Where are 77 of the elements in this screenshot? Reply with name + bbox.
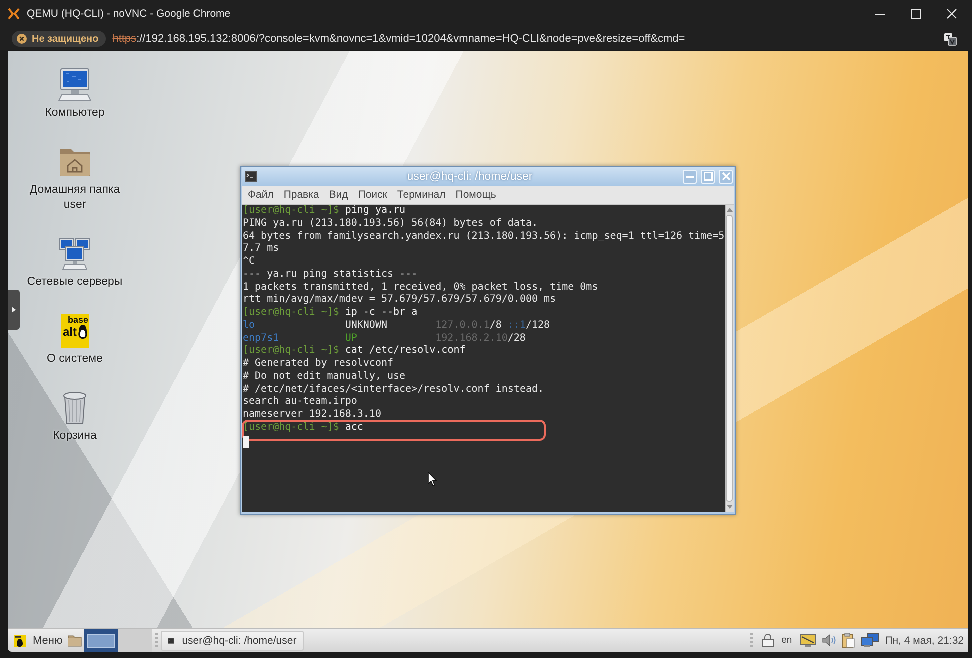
command-text: ping ya.ru [345, 205, 406, 216]
interface-name: lo [243, 320, 256, 332]
minimize-icon [686, 176, 694, 178]
workspace-button[interactable] [84, 629, 118, 652]
scroll-down-icon[interactable] [726, 505, 733, 509]
menu-item[interactable]: Терминал [397, 189, 446, 201]
address-field[interactable]: https://192.168.195.132:8006/?console=kvm&novnc=1&vmid=10204&vmname=HQ-CLI&node=pve&resize=off&cmd= [112, 33, 686, 45]
window-title: user@hq-cli: /home/user [407, 170, 533, 182]
menu-item[interactable]: Помощь [456, 189, 496, 201]
computer-icon [58, 68, 92, 102]
ip-address: ::1/128 [508, 320, 550, 332]
text-cursor [243, 436, 249, 448]
logo-text: alt [63, 326, 78, 339]
output-line: # Generated by resolvconf [243, 358, 394, 369]
display-icon[interactable] [800, 634, 816, 648]
mouse-pointer-icon [428, 472, 437, 487]
task-button[interactable]: user@hq-cli: /home/user [160, 630, 304, 650]
maximize-icon [704, 172, 712, 181]
translate-icon[interactable] [944, 32, 957, 46]
shell-prompt: [user@hq-cli ~]$ [243, 205, 340, 216]
scrollbar-thumb[interactable] [726, 215, 734, 502]
desktop-shortcut[interactable]: Корзина [53, 391, 97, 444]
shell-prompt: [user@hq-cli ~]$ [243, 307, 340, 318]
output-line: PING ya.ru (213.180.193.56) 56(84) bytes of data. [243, 218, 538, 229]
menu-button[interactable]: Меню [11, 630, 66, 650]
clock[interactable]: Пн, 4 мая, 21:32 [885, 634, 964, 646]
network-computers-icon [58, 237, 92, 271]
logo-text: base [68, 315, 89, 325]
output-line: rtt min/avg/max/mdev = 57.679/57.679/57.679/0.000 ms [243, 294, 556, 306]
command-text: acc [345, 422, 364, 433]
menu-item[interactable]: Вид [329, 189, 348, 201]
clipboard-icon[interactable] [842, 633, 856, 648]
output-line: # /etc/net/ifaces/<interface>/resolv.conf instead. [243, 384, 544, 394]
close-icon [722, 172, 730, 181]
security-chip[interactable]: Не защищено [12, 31, 106, 47]
output-line: # Do not edit manually, use [243, 370, 406, 382]
desktop-shortcut[interactable]: base alt О системе [47, 314, 103, 367]
shell-prompt: [user@hq-cli ~]$ [243, 422, 340, 433]
close-icon [947, 9, 957, 19]
output-line: 64 bytes from familysearch.yandex.ru (213.180.193.56): icmp_seq=1 ttl=126 time=5 [243, 230, 725, 242]
output-line: 1 packets transmitted, 1 received, 0% packet loss, time 0ms [243, 282, 598, 292]
desktop-shortcut[interactable]: Домашняя папка user [23, 145, 127, 213]
app-logo-icon [8, 8, 20, 20]
ip-address: 127.0.0.1/8 [436, 320, 502, 332]
warning-icon [17, 34, 27, 44]
penguin-icon [78, 325, 88, 339]
folder-icon[interactable] [68, 634, 82, 646]
command-text: ip -c --br a [345, 307, 418, 318]
logo-icon [14, 634, 26, 646]
command-text: cat /etc/resolv.conf [345, 345, 466, 356]
maximize-icon [911, 9, 921, 19]
menu-item[interactable]: Правка [284, 189, 320, 201]
interface-state: UNKNOWN [345, 320, 388, 332]
menu-item[interactable]: Поиск [358, 189, 388, 201]
desktop-shortcut[interactable]: Сетевые серверы [27, 237, 123, 290]
keyboard-layout-indicator[interactable]: en [780, 635, 794, 646]
scroll-up-icon[interactable] [726, 208, 733, 212]
caret-right-icon [12, 307, 16, 313]
shell-prompt: [user@hq-cli ~]$ [243, 345, 340, 356]
output-line: nameserver 192.168.3.10 [243, 409, 382, 420]
output-line: search au-team.irpo [243, 396, 358, 408]
network-icon[interactable] [861, 633, 880, 648]
scrollbar-track[interactable] [724, 205, 734, 512]
window-title: QEMU (HQ-CLI) - noVNC - Google Chrome [27, 8, 231, 20]
output-line: ^C [243, 256, 256, 267]
menu-item[interactable]: Файл [248, 189, 274, 201]
output-line: 7.7 ms [243, 243, 280, 254]
padlock-icon[interactable] [762, 634, 774, 647]
interface-state: UP [345, 332, 358, 346]
interface-name: enp7s1 [243, 332, 280, 345]
sidebar-handle[interactable] [8, 290, 20, 330]
terminal-icon [168, 636, 174, 646]
desktop-shortcut[interactable]: Компьютер [45, 68, 105, 121]
ip-address: 192.168.2.10/28 [436, 332, 526, 345]
speaker-icon[interactable] [822, 634, 836, 647]
output-line: --- ya.ru ping statistics --- [243, 268, 418, 280]
terminal-icon [245, 171, 257, 182]
